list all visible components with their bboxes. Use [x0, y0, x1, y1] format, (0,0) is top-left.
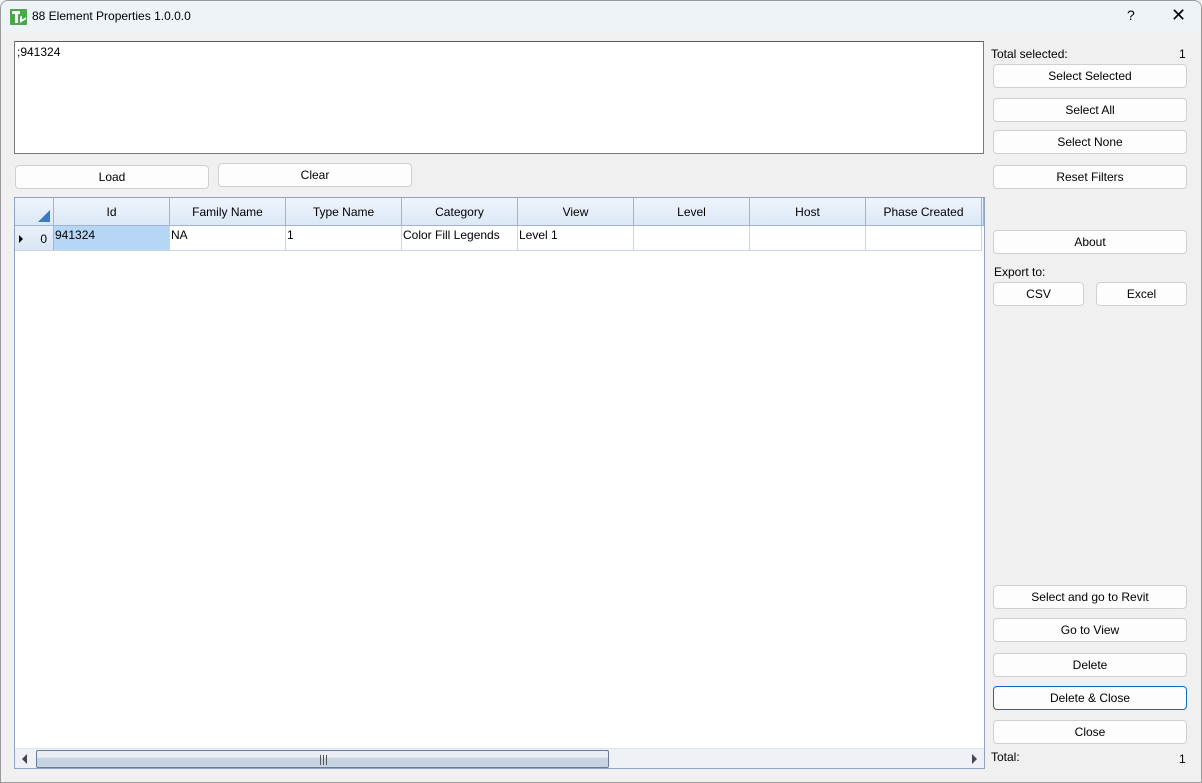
go-to-view-button[interactable]: Go to View: [993, 618, 1187, 642]
clear-button[interactable]: Clear: [218, 163, 412, 187]
cell-category[interactable]: Color Fill Legends: [402, 226, 518, 251]
column-header-view[interactable]: View: [518, 198, 634, 226]
column-header-id[interactable]: Id: [54, 198, 170, 226]
current-row-arrow-icon: [19, 235, 23, 243]
cell-id[interactable]: 941324: [54, 226, 170, 251]
column-header-level[interactable]: Level: [634, 198, 750, 226]
total-label: Total:: [991, 750, 1020, 764]
cell-level[interactable]: [634, 226, 750, 251]
column-header-type-name[interactable]: Type Name: [286, 198, 402, 226]
table-row[interactable]: 0 941324 NA 1 Color Fill Legends Level 1: [15, 226, 982, 251]
delete-button[interactable]: Delete: [993, 653, 1187, 677]
cell-family-name[interactable]: NA: [170, 226, 286, 251]
scrollbar-thumb[interactable]: [36, 750, 609, 768]
element-properties-window: 88 Element Properties 1.0.0.0 ? ✕ Load C…: [0, 0, 1202, 783]
cell-phase-created[interactable]: [866, 226, 982, 251]
column-header-overflow: [982, 198, 984, 226]
scroll-left-arrow-icon[interactable]: [22, 754, 27, 764]
export-excel-button[interactable]: Excel: [1096, 282, 1187, 306]
total-selected-label: Total selected:: [991, 47, 1068, 61]
total-selected-value: 1: [1179, 47, 1186, 61]
column-header-family-name[interactable]: Family Name: [170, 198, 286, 226]
element-ids-input[interactable]: [14, 41, 984, 154]
select-and-go-to-revit-button[interactable]: Select and go to Revit: [993, 585, 1187, 609]
scroll-right-arrow-icon[interactable]: [972, 754, 977, 764]
horizontal-scrollbar[interactable]: [15, 748, 984, 768]
select-all-corner[interactable]: [15, 198, 54, 226]
grip-icon: [320, 755, 327, 765]
select-selected-button[interactable]: Select Selected: [993, 64, 1187, 88]
corner-triangle-icon: [38, 210, 50, 222]
row-header[interactable]: 0: [15, 226, 54, 251]
select-none-button[interactable]: Select None: [993, 130, 1187, 154]
title-bar: 88 Element Properties 1.0.0.0 ? ✕: [1, 1, 1201, 33]
total-value: 1: [1179, 752, 1186, 766]
grid-header: Id Family Name Type Name Category View L…: [15, 198, 984, 226]
app-logo-icon: [10, 9, 27, 25]
load-button[interactable]: Load: [15, 165, 209, 189]
column-header-phase-created[interactable]: Phase Created: [866, 198, 982, 226]
reset-filters-button[interactable]: Reset Filters: [993, 165, 1187, 189]
column-header-host[interactable]: Host: [750, 198, 866, 226]
cell-host[interactable]: [750, 226, 866, 251]
window-title: 88 Element Properties 1.0.0.0: [32, 9, 191, 23]
help-icon[interactable]: ?: [1127, 7, 1135, 23]
cell-view[interactable]: Level 1: [518, 226, 634, 251]
column-header-category[interactable]: Category: [402, 198, 518, 226]
elements-grid[interactable]: Id Family Name Type Name Category View L…: [14, 197, 985, 769]
close-button[interactable]: Close: [993, 720, 1187, 744]
delete-and-close-button[interactable]: Delete & Close: [993, 686, 1187, 710]
close-icon[interactable]: ✕: [1171, 5, 1186, 26]
export-csv-button[interactable]: CSV: [993, 282, 1084, 306]
select-all-button[interactable]: Select All: [993, 98, 1187, 122]
cell-type-name[interactable]: 1: [286, 226, 402, 251]
about-button[interactable]: About: [993, 230, 1187, 254]
export-label: Export to:: [994, 265, 1046, 279]
row-index: 0: [40, 232, 47, 246]
